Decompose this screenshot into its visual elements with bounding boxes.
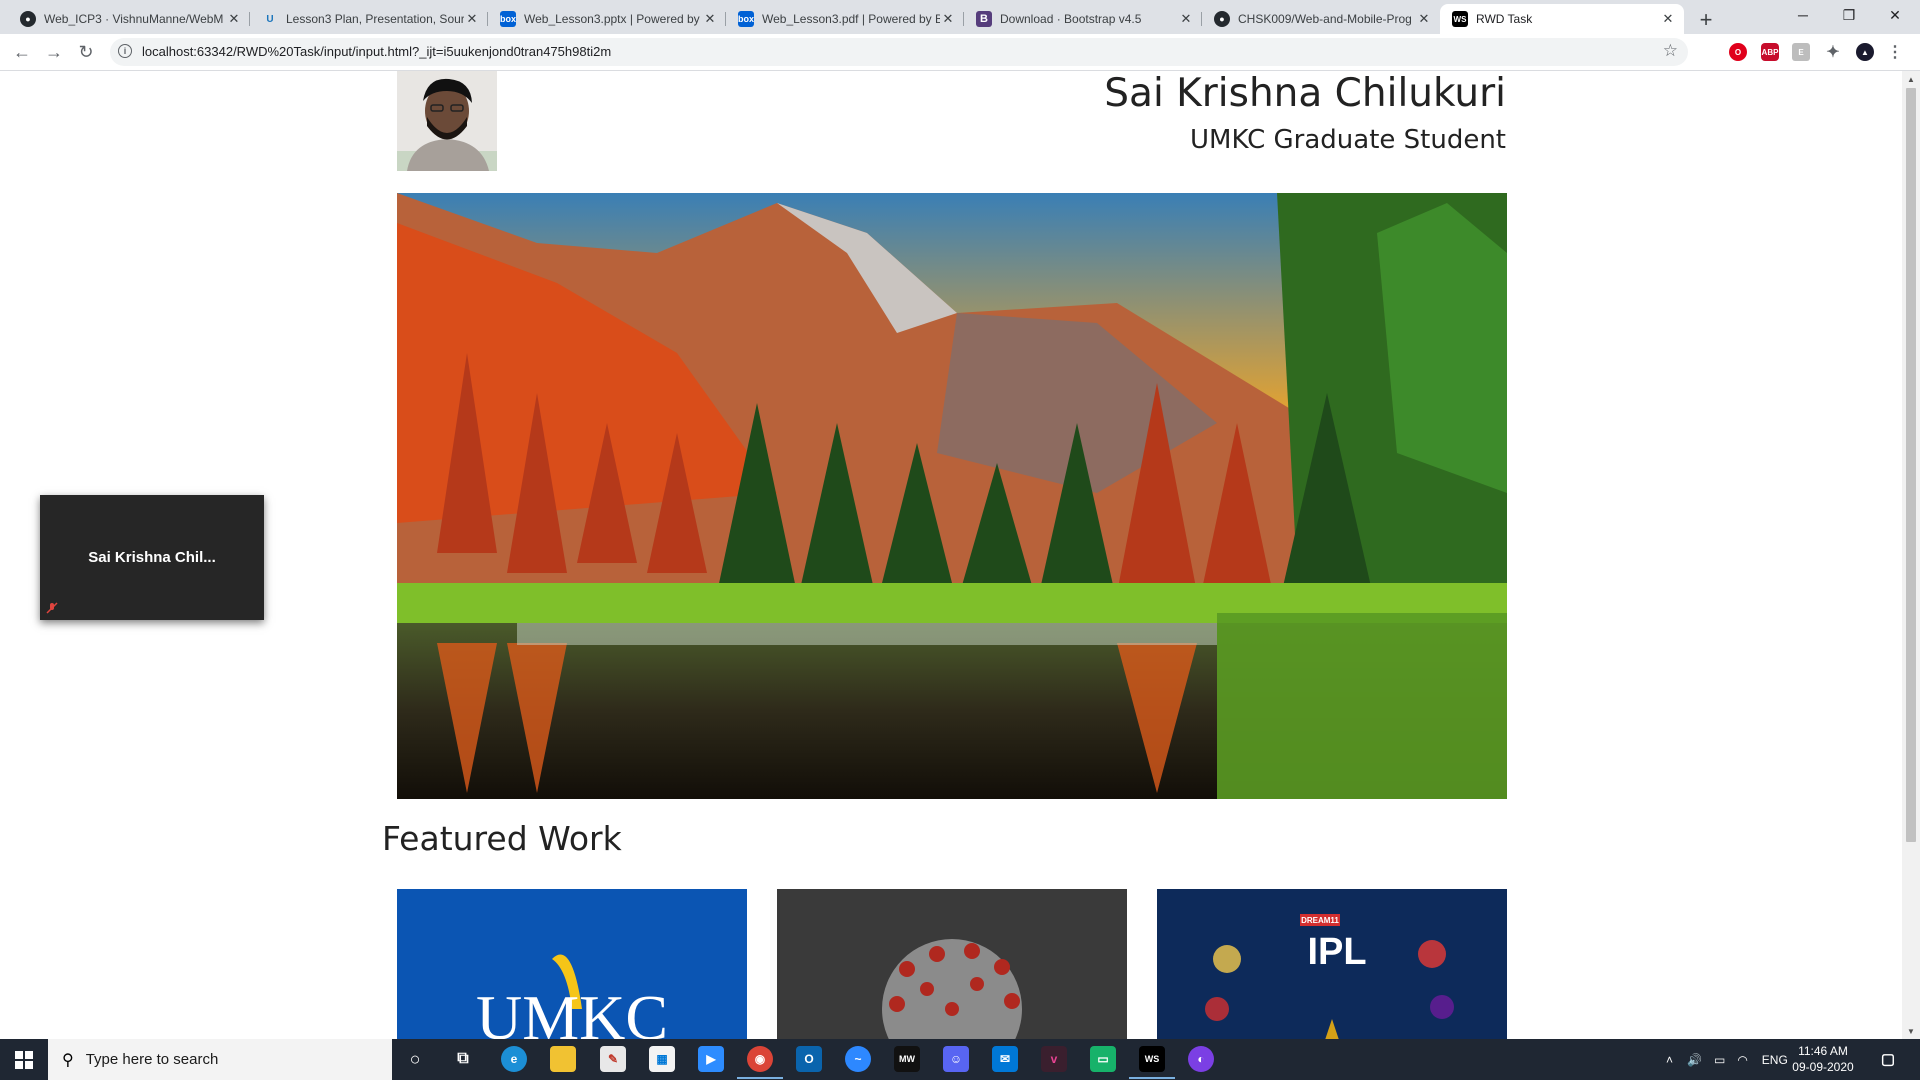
tab-strip: ● Web_ICP3 · VishnuManne/WebM ✕ U Lesson…: [0, 0, 1920, 34]
minimize-button[interactable]: ─: [1780, 0, 1826, 30]
paint-icon[interactable]: ✎: [600, 1046, 626, 1072]
language-indicator[interactable]: ENG: [1762, 1053, 1788, 1067]
webstorm-icon[interactable]: WS: [1129, 1046, 1175, 1079]
task-view-icon[interactable]: ⧉: [450, 1046, 476, 1072]
tab-title: Lesson3 Plan, Presentation, Sourc: [286, 12, 464, 26]
tab-chsk009-repo[interactable]: ● CHSK009/Web-and-Mobile-Prog ✕: [1202, 4, 1440, 34]
system-tray: ˄ 🔊 ▭ ◠ ENG: [1666, 1039, 1788, 1080]
browser-toolbar: ← → ↻ i localhost:63342/RWD%20Task/input…: [0, 34, 1920, 71]
close-tab-icon[interactable]: ✕: [226, 11, 242, 27]
close-tab-icon[interactable]: ✕: [464, 11, 480, 27]
box-icon: box: [500, 11, 516, 27]
page-subtitle: UMKC Graduate Student: [1190, 125, 1506, 155]
chrome-icon[interactable]: ◉: [737, 1046, 783, 1079]
battery-icon[interactable]: ▭: [1714, 1053, 1725, 1067]
wifi-icon[interactable]: ◠: [1737, 1053, 1747, 1067]
featured-work-heading: Featured Work: [382, 819, 622, 858]
card-umkc-text: UMKC: [476, 982, 668, 1039]
puzzle-extensions-icon[interactable]: ✦: [1824, 43, 1842, 61]
notifications-icon[interactable]: ▢: [1875, 1046, 1901, 1072]
close-tab-icon[interactable]: ✕: [702, 11, 718, 27]
tab-title: RWD Task: [1476, 12, 1533, 26]
umkc-icon: U: [266, 13, 274, 25]
profile-icon[interactable]: ▲: [1856, 43, 1874, 61]
messenger-icon[interactable]: ~: [845, 1046, 871, 1072]
tab-web-lesson3-pptx[interactable]: box Web_Lesson3.pptx | Powered by ✕: [488, 4, 726, 34]
close-window-button[interactable]: ✕: [1872, 0, 1918, 30]
vectr-app-icon[interactable]: v: [1041, 1046, 1067, 1072]
scroll-up-arrow-icon[interactable]: ▲: [1902, 71, 1920, 87]
scroll-down-arrow-icon[interactable]: ▼: [1902, 1023, 1920, 1039]
webstorm-icon: WS: [1452, 11, 1468, 27]
participant-name: Sai Krishna Chil...: [88, 549, 216, 566]
extension-icon[interactable]: E: [1792, 43, 1810, 61]
discord-icon[interactable]: ☺: [943, 1046, 969, 1072]
adblock-plus-icon[interactable]: ABP: [1761, 43, 1779, 61]
taskbar-search[interactable]: ⚲ Type here to search: [48, 1039, 392, 1080]
search-placeholder: Type here to search: [85, 1051, 219, 1068]
cortana-icon[interactable]: ○: [402, 1046, 428, 1072]
scroll-thumb[interactable]: [1906, 88, 1916, 842]
address-bar[interactable]: i localhost:63342/RWD%20Task/input/input…: [110, 38, 1688, 66]
profile-avatar: [397, 71, 497, 171]
page-title: Sai Krishna Chilukuri: [1104, 71, 1506, 116]
restore-button[interactable]: ❐: [1826, 0, 1872, 30]
zoom-icon[interactable]: ▶: [698, 1046, 724, 1072]
tab-title: Download · Bootstrap v4.5: [1000, 12, 1142, 26]
tab-title: Web_Lesson3.pptx | Powered by: [524, 12, 700, 26]
bookmark-star-icon[interactable]: ☆: [1663, 41, 1678, 61]
close-tab-icon[interactable]: ✕: [940, 11, 956, 27]
clock-time: 11:46 AM: [1798, 1044, 1848, 1058]
tab-title: Web_ICP3 · VishnuManne/WebM: [44, 12, 224, 26]
taskbar-clock[interactable]: 11:46 AM 09-09-2020: [1788, 1043, 1858, 1075]
file-explorer-icon[interactable]: [550, 1046, 576, 1072]
tab-title: CHSK009/Web-and-Mobile-Prog: [1238, 12, 1412, 26]
back-button[interactable]: ←: [10, 40, 34, 64]
clock-date: 09-09-2020: [1792, 1060, 1854, 1074]
featured-card-ipl[interactable]: DREAM11 IPL: [1157, 889, 1507, 1039]
featured-card-coronavirus[interactable]: [777, 889, 1127, 1039]
close-tab-icon[interactable]: ✕: [1178, 11, 1194, 27]
purple-app-icon[interactable]: ◐: [1188, 1046, 1214, 1072]
card-ipl-text: IPL: [1307, 931, 1366, 973]
search-icon: ⚲: [62, 1051, 74, 1069]
zoom-video-tile[interactable]: Sai Krishna Chil...: [40, 495, 264, 620]
mail-icon[interactable]: ✉: [992, 1046, 1018, 1072]
windows-logo-icon: [15, 1050, 33, 1069]
forward-button[interactable]: →: [42, 40, 66, 64]
tab-lesson3-plan[interactable]: U Lesson3 Plan, Presentation, Sourc ✕: [250, 4, 488, 34]
new-tab-button[interactable]: +: [1692, 6, 1720, 34]
card-ipl-badge: DREAM11: [1301, 916, 1339, 925]
page-viewport: Sai Krishna Chilukuri UMKC Graduate Stud…: [0, 71, 1902, 1039]
store-icon[interactable]: ▦: [649, 1046, 675, 1072]
page-scrollbar[interactable]: ▲ ▼: [1902, 71, 1920, 1039]
tab-web-lesson3-pdf[interactable]: box Web_Lesson3.pdf | Powered by B ✕: [726, 4, 964, 34]
green-app-icon[interactable]: ▭: [1090, 1046, 1116, 1072]
opera-extension-icon[interactable]: O: [1729, 43, 1747, 61]
bootstrap-icon: B: [976, 11, 992, 27]
close-tab-icon[interactable]: ✕: [1416, 11, 1432, 27]
reload-button[interactable]: ↻: [74, 40, 98, 64]
muted-mic-icon: [46, 602, 58, 614]
site-info-icon[interactable]: i: [118, 44, 132, 58]
tab-rwd-task[interactable]: WS RWD Task ✕: [1440, 4, 1684, 34]
volume-icon[interactable]: 🔊: [1687, 1053, 1702, 1067]
close-tab-icon[interactable]: ✕: [1660, 11, 1676, 27]
windows-taskbar: ⚲ Type here to search ○ ⧉ e ✎ ▦ ▶ ◉ O ~ …: [0, 1039, 1920, 1080]
hero-landscape-image: [397, 193, 1507, 799]
start-button[interactable]: [0, 1039, 48, 1080]
box-icon: box: [738, 11, 754, 27]
tab-web-icp3[interactable]: ● Web_ICP3 · VishnuManne/WebM ✕: [8, 4, 250, 34]
github-icon: ●: [20, 11, 36, 27]
github-icon: ●: [1214, 11, 1230, 27]
featured-card-umkc[interactable]: UMKC: [397, 889, 747, 1039]
show-hidden-icons-icon[interactable]: ˄: [1666, 1053, 1673, 1067]
tab-bootstrap-download[interactable]: B Download · Bootstrap v4.5 ✕: [964, 4, 1202, 34]
tab-title: Web_Lesson3.pdf | Powered by B: [762, 12, 940, 26]
outlook-icon[interactable]: O: [796, 1046, 822, 1072]
url-text[interactable]: localhost:63342/RWD%20Task/input/input.h…: [142, 44, 611, 59]
mw-app-icon[interactable]: MW: [894, 1046, 920, 1072]
edge-icon[interactable]: e: [501, 1046, 527, 1072]
menu-icon[interactable]: ⋮: [1886, 43, 1904, 61]
